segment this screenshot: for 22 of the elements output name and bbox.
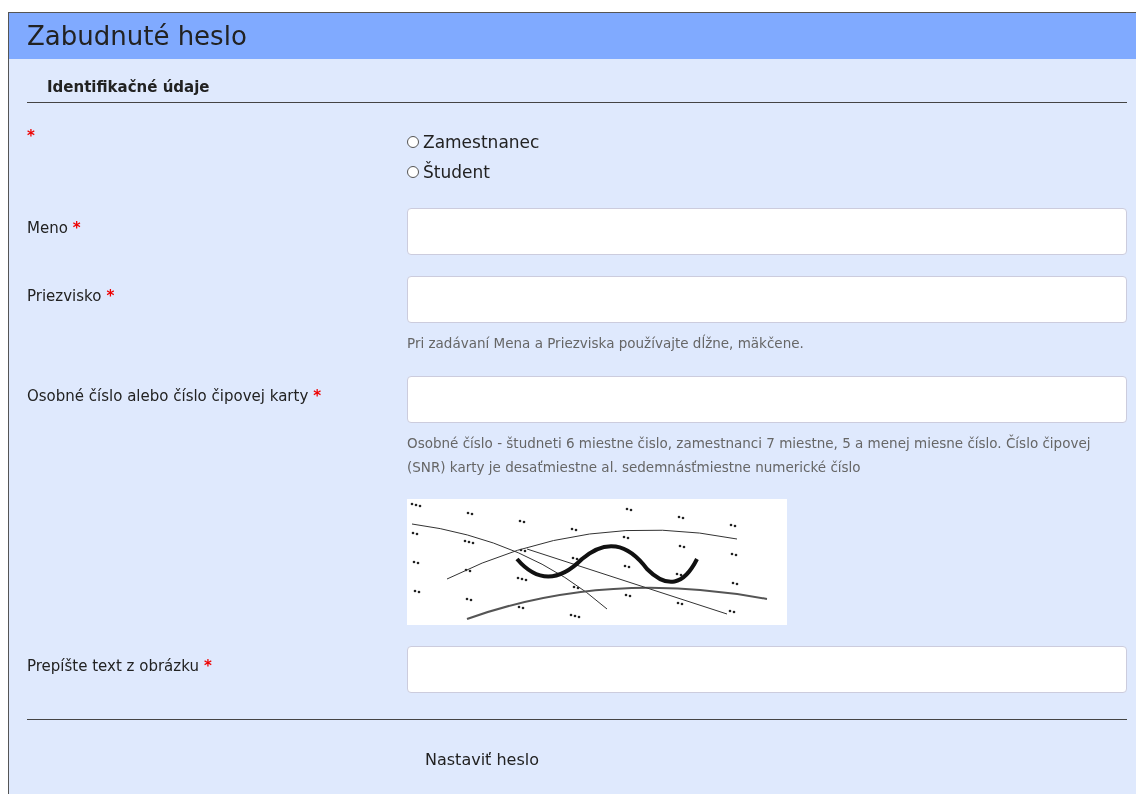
required-mark: * [27,127,35,145]
page-title: Zabudnuté heslo [27,21,247,51]
input-field[interactable] [407,276,1127,323]
section-title: Identifikačné údaje [46,77,211,98]
field-hint: Pri zadávaní Mena a Priezviska používajte dĺžne, mäkčene. [407,333,805,353]
field-label: Prepíšte text z obrázku [27,656,199,677]
required-mark: * [313,387,322,405]
input-field[interactable] [407,208,1127,255]
required-mark: * [72,219,81,237]
required-mark: * [203,657,212,675]
field-hint: Osobné číslo - študneti 6 miestne čislo, zamestnanci 7 miestne, 5 a menej miesne číslo. Číslo čipovej (SNR) karty je desaťmiestne al. sedemnásťmiestne numerické číslo [407,433,1092,477]
input-field[interactable] [407,376,1127,423]
field-label: Meno [27,218,68,239]
input-field[interactable] [407,646,1127,693]
radio-button[interactable] [407,166,419,178]
set-password-button[interactable]: Nastaviť heslo [425,750,539,769]
radio-option[interactable]: Zamestnanec [407,127,540,157]
required-mark: * [106,287,115,305]
radio-button[interactable] [407,136,419,148]
field-label: Osobné číslo alebo číslo čipovej karty [27,386,309,407]
radio-option[interactable]: Študent [407,157,490,187]
field-label: Priezvisko [27,286,102,307]
